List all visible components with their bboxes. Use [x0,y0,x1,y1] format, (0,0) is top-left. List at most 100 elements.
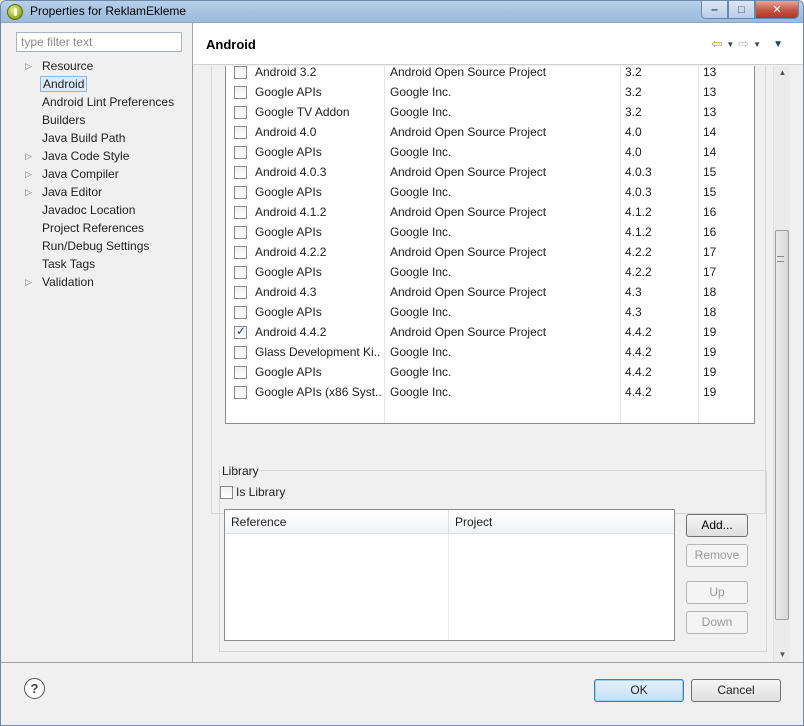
scroll-thumb[interactable] [775,230,789,620]
table-row[interactable]: Android 4.1.2 Android Open Source Project… [226,202,754,222]
library-reference-table[interactable]: Reference Project [224,509,675,641]
cell-name: Google TV Addon [255,105,350,119]
expand-arrow-icon[interactable]: ▷ [25,165,35,183]
column-header-project[interactable]: Project [448,510,674,534]
table-row[interactable]: Android 4.4.2 Android Open Source Project… [226,322,754,342]
minimize-button[interactable]: ‒ [701,1,728,19]
remove-button[interactable]: Remove [686,544,748,567]
target-checkbox[interactable] [234,126,247,139]
forward-dropdown-icon[interactable]: ▼ [753,40,761,49]
cell-api: 19 [703,385,717,399]
checkbox-box[interactable] [220,485,233,499]
table-row[interactable]: Google TV Addon Google Inc. 3.2 13 [226,102,754,122]
cell-name: Android 3.2 [255,66,317,79]
expand-arrow-icon[interactable]: ▷ [25,273,35,291]
target-checkbox[interactable] [234,186,247,199]
library-group: Library Is Library Reference Project Add… [219,464,767,652]
back-arrow-icon[interactable]: ⇦ [711,36,722,52]
table-row[interactable]: Glass Development Ki... Google Inc. 4.4.2 1… [226,342,754,362]
table-row[interactable]: Android 4.3 Android Open Source Project 4.… [226,282,754,302]
scroll-up-icon[interactable]: ▲ [774,66,791,80]
help-icon[interactable]: ? [24,678,45,699]
cell-api: 16 [703,225,717,239]
target-checkbox[interactable] [234,266,247,279]
tree-item[interactable]: ▷ Resource [10,57,192,75]
target-checkbox[interactable] [234,246,247,259]
tree-item[interactable]: ▷ Java Compiler [10,165,192,183]
tree-item[interactable]: Android Lint Preferences [10,93,192,111]
table-row[interactable]: Android 4.2.2 Android Open Source Project… [226,242,754,262]
table-row[interactable]: Google APIs Google Inc. 4.3 18 [226,302,754,322]
ok-button[interactable]: OK [594,679,684,702]
forward-arrow-icon[interactable]: ⇨ [738,36,749,52]
column-header-reference[interactable]: Reference [225,510,448,534]
cell-vendor: Google Inc. [390,305,452,319]
tree-item[interactable]: ▷ Validation [10,273,192,291]
tree-item[interactable]: Run/Debug Settings [10,237,192,255]
target-checkbox[interactable] [234,86,247,99]
cell-vendor: Android Open Source Project [390,245,547,259]
target-checkbox[interactable] [234,386,247,399]
tree-item[interactable]: Task Tags [10,255,192,273]
scroll-down-icon[interactable]: ▼ [774,648,791,662]
add-button[interactable]: Add... [686,514,748,537]
vertical-scrollbar[interactable]: ▲ ▼ [773,66,790,662]
table-row[interactable]: Google APIs Google Inc. 4.2.2 17 [226,262,754,282]
tree-item-label: Builders [42,113,86,127]
target-checkbox[interactable] [234,66,247,79]
table-row[interactable]: Google APIs Google Inc. 4.0.3 15 [226,182,754,202]
tree-item[interactable]: Android [10,75,192,93]
target-checkbox[interactable] [234,346,247,359]
cancel-button[interactable]: Cancel [691,679,781,702]
table-row[interactable]: Google APIs (x86 Syst... Google Inc. 4.4.2… [226,382,754,402]
close-button[interactable]: ✕ [755,1,799,19]
target-checkbox[interactable] [234,306,247,319]
back-dropdown-icon[interactable]: ▼ [726,40,734,49]
down-button[interactable]: Down [686,611,748,634]
table-row[interactable]: Google APIs Google Inc. 4.1.2 16 [226,222,754,242]
target-checkbox[interactable] [234,106,247,119]
scroll-grip-icon [777,256,784,262]
expand-arrow-icon[interactable]: ▷ [25,183,35,201]
maximize-button[interactable]: □ [728,1,755,19]
cell-platform: 4.4.2 [625,385,652,399]
cell-vendor: Android Open Source Project [390,165,547,179]
table-row[interactable]: Android 3.2 Android Open Source Project 3.… [226,66,754,82]
cell-platform: 4.0.3 [625,185,652,199]
properties-dialog: Properties for ReklamEkleme ‒ □ ✕ type f… [0,0,804,726]
target-checkbox[interactable] [234,286,247,299]
cell-name: Google APIs (x86 Syst... [255,385,381,399]
cell-api: 14 [703,145,717,159]
cell-api: 18 [703,285,717,299]
cell-api: 13 [703,105,717,119]
table-row[interactable]: Google APIs Google Inc. 4.0 14 [226,142,754,162]
tree-item[interactable]: Java Build Path [10,129,192,147]
up-button[interactable]: Up [686,581,748,604]
tree-item[interactable]: Javadoc Location [10,201,192,219]
target-checkbox[interactable] [234,166,247,179]
window-title: Properties for ReklamEkleme [30,4,187,18]
target-checkbox[interactable] [234,146,247,159]
cell-name: Google APIs [255,145,322,159]
is-library-checkbox[interactable]: Is Library [220,485,285,499]
cell-name: Google APIs [255,305,322,319]
target-checkbox[interactable] [234,226,247,239]
expand-arrow-icon[interactable]: ▷ [25,57,35,75]
cell-api: 13 [703,85,717,99]
tree-item[interactable]: Builders [10,111,192,129]
cell-api: 19 [703,365,717,379]
table-row[interactable]: Google APIs Google Inc. 3.2 13 [226,82,754,102]
build-target-table: Android 3.2 Android Open Source Project 3.… [225,66,755,424]
table-row[interactable]: Android 4.0.3 Android Open Source Project… [226,162,754,182]
target-checkbox[interactable] [234,366,247,379]
expand-arrow-icon[interactable]: ▷ [25,147,35,165]
table-row[interactable]: Google APIs Google Inc. 4.4.2 19 [226,362,754,382]
target-checkbox[interactable] [234,324,247,339]
tree-item[interactable]: ▷ Java Code Style [10,147,192,165]
table-row[interactable]: Android 4.0 Android Open Source Project 4.… [226,122,754,142]
tree-item[interactable]: Project References [10,219,192,237]
filter-input[interactable]: type filter text [16,32,182,52]
view-menu-icon[interactable]: ▼ [773,39,783,50]
target-checkbox[interactable] [234,206,247,219]
tree-item[interactable]: ▷ Java Editor [10,183,192,201]
